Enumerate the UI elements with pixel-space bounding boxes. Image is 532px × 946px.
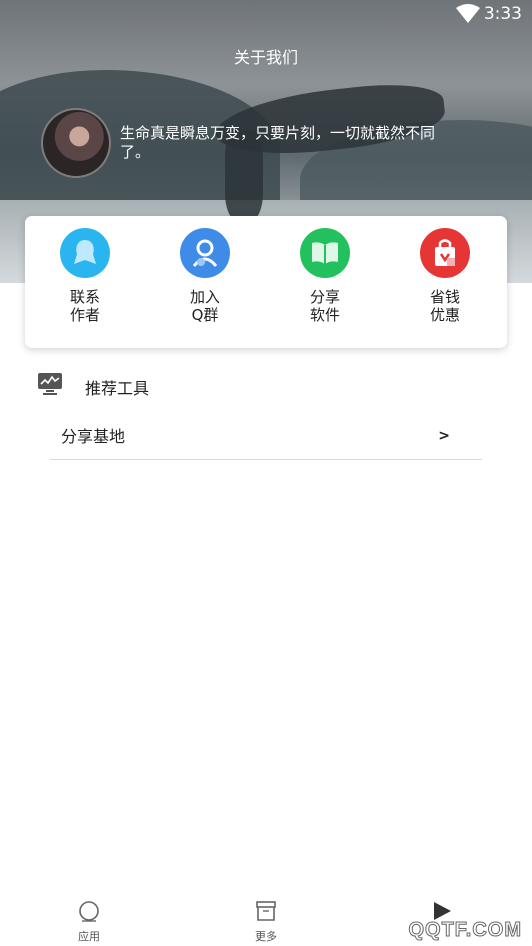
page-title: 关于我们 xyxy=(233,48,298,67)
contact-author-label: 联系 作者 xyxy=(69,288,100,324)
contact-author-icon xyxy=(60,228,110,278)
wifi-icon xyxy=(456,4,480,23)
share-book-icon xyxy=(300,228,350,278)
join-group-label: 加入 Q群 xyxy=(189,288,220,324)
list-item[interactable]: 分享基地 > xyxy=(50,414,482,460)
list-item-label: 分享基地 xyxy=(61,427,126,446)
tab-apps-label: 应用 xyxy=(78,930,100,943)
quick-actions-card: 联系 作者 加入 Q群 分享 软件 省钱 优惠 xyxy=(25,216,507,348)
tab-more[interactable]: 更多 xyxy=(226,900,306,944)
tab-more-label: 更多 xyxy=(255,930,277,943)
profile-motto: 生命真是瞬息万变，只要片刻，一切就截然不同了。 xyxy=(120,124,436,161)
avatar[interactable] xyxy=(41,108,111,178)
share-app-button[interactable]: 分享 软件 xyxy=(280,228,370,324)
contact-author-button[interactable]: 联系 作者 xyxy=(40,228,130,324)
status-bar: 3:33 xyxy=(0,0,532,30)
circle-icon xyxy=(79,901,99,922)
box-icon xyxy=(256,901,276,921)
share-app-label: 分享 软件 xyxy=(309,288,340,324)
watermark: QQTF.COM xyxy=(408,919,522,942)
join-group-icon xyxy=(180,228,230,278)
chevron-right-icon: > xyxy=(438,428,450,444)
coupon-bag-icon xyxy=(420,228,470,278)
join-group-button[interactable]: 加入 Q群 xyxy=(160,228,250,324)
section-title: 推荐工具 xyxy=(85,379,150,398)
status-time: 3:33 xyxy=(483,4,522,24)
monitor-chart-icon xyxy=(38,373,62,395)
save-money-button[interactable]: 省钱 优惠 xyxy=(400,228,490,324)
tab-apps[interactable]: 应用 xyxy=(49,900,129,944)
save-money-label: 省钱 优惠 xyxy=(429,288,460,324)
